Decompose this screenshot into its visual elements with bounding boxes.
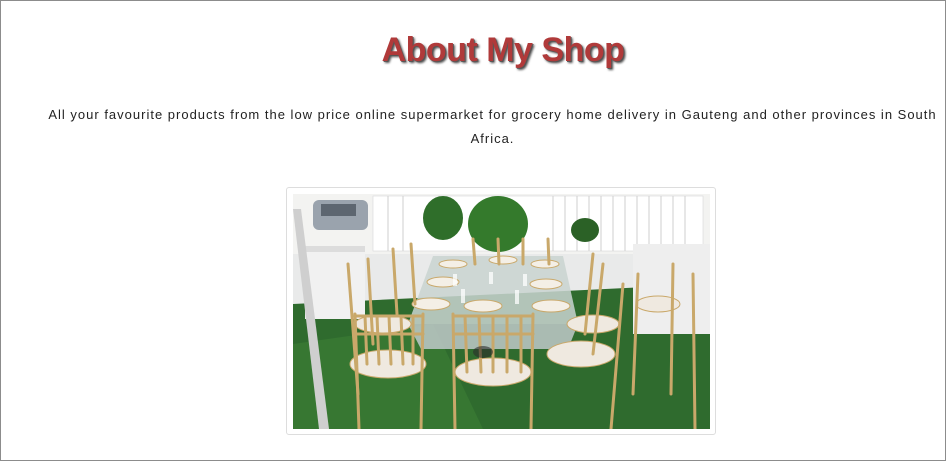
shop-photo [293, 194, 710, 429]
shop-description: All your favourite products from the low… [48, 107, 937, 146]
page-content: About My Shop All your favourite product… [0, 0, 946, 461]
page-title: About My Shop [381, 31, 625, 69]
shop-photo-frame [286, 187, 716, 435]
